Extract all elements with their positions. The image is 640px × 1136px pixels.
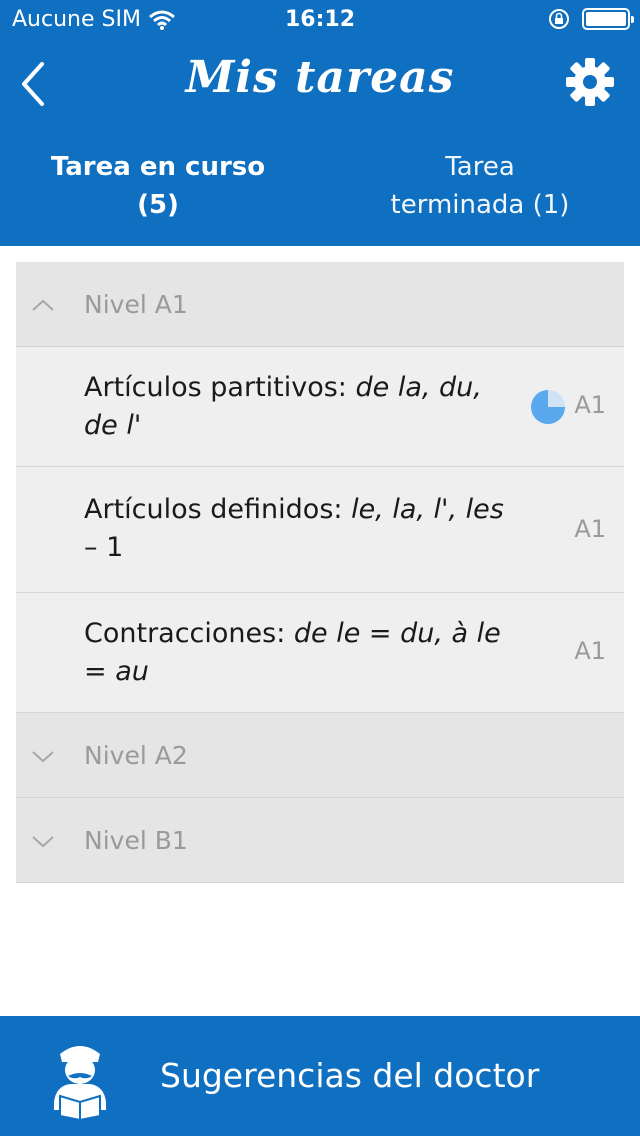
tab-completed-label: Tarea [445, 152, 515, 182]
group-label: Nivel A2 [84, 740, 188, 770]
task-title: Artículos definidos: le, la, l', les – 1 [16, 467, 624, 567]
tab-in-progress[interactable]: Tarea en curso (5) [0, 148, 316, 224]
progress-pie-icon [531, 390, 565, 424]
status-bar: Aucune SIM 16:12 [0, 0, 640, 40]
group-header-b1[interactable]: Nivel B1 [16, 798, 624, 883]
task-title-italic: le, la, l', les [351, 494, 504, 525]
task-item[interactable]: Artículos definidos: le, la, l', les – 1… [16, 467, 624, 593]
tab-completed[interactable]: Tarea terminada (1) [320, 148, 640, 224]
rotation-lock-icon [549, 9, 569, 29]
task-list: Nivel A1 Artículos partitivos: de la, du… [16, 262, 624, 883]
chevron-down-icon [32, 751, 54, 763]
task-item[interactable]: Artículos partitivos: de la, du, de l' A… [16, 347, 624, 467]
doctor-suggestions-label: Sugerencias del doctor [160, 1056, 540, 1095]
tab-in-progress-count: (5) [137, 190, 179, 220]
doctor-reading-icon [54, 1046, 106, 1120]
task-level: A1 [574, 637, 606, 665]
task-title-text: Artículos definidos: [84, 494, 352, 525]
task-level: A1 [574, 515, 606, 543]
tab-in-progress-label: Tarea en curso [50, 152, 266, 182]
battery-icon [582, 8, 634, 30]
gear-icon [566, 58, 614, 106]
page-title: Mis tareas [185, 52, 455, 103]
tab-completed-count: terminada (1) [390, 190, 570, 220]
group-header-a2[interactable]: Nivel A2 [16, 713, 624, 798]
app-header: Mis tareas Tarea en curso (5) Tarea term… [0, 40, 640, 246]
task-title-text: Artículos partitivos: [84, 372, 356, 403]
group-label: Nivel A1 [84, 289, 188, 319]
task-title-text: Contracciones: [84, 618, 294, 649]
status-time: 16:12 [284, 7, 356, 32]
task-title: Contracciones: de le = du, à le = au [16, 593, 624, 691]
group-header-a1[interactable]: Nivel A1 [16, 262, 624, 347]
task-title-suffix: – 1 [84, 532, 124, 563]
task-item[interactable]: Contracciones: de le = du, à le = au A1 [16, 593, 624, 713]
chevron-down-icon [32, 836, 54, 848]
task-level: A1 [574, 391, 606, 419]
settings-button[interactable] [564, 56, 616, 108]
group-label: Nivel B1 [84, 825, 188, 855]
status-right [548, 8, 634, 30]
chevron-up-icon [32, 299, 54, 311]
doctor-suggestions-button[interactable]: Sugerencias del doctor [0, 1016, 640, 1136]
